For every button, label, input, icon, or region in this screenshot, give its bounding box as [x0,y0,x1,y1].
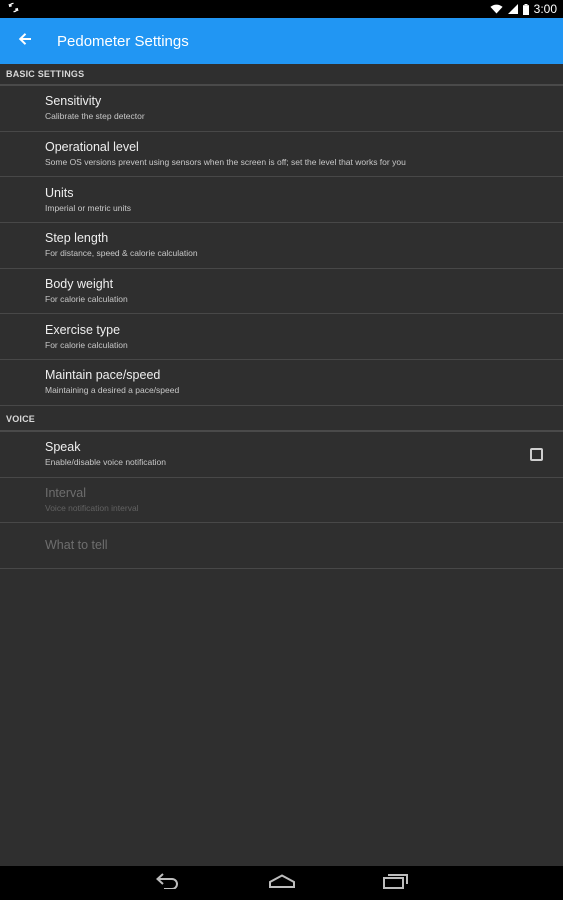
pref-summary: For calorie calculation [45,339,128,350]
section-header-basic: BASIC SETTINGS [0,64,563,86]
pref-operational-level[interactable]: Operational level Some OS versions preve… [0,132,563,178]
pref-title: Exercise type [45,322,121,337]
arrow-back-icon [18,32,32,51]
settings-list[interactable]: BASIC SETTINGS Sensitivity Calibrate the… [0,64,563,866]
nav-back-button[interactable] [153,871,183,895]
pref-title: Operational level [45,140,139,155]
pref-title: Interval [45,485,86,500]
pref-title: Body weight [45,277,114,292]
speak-checkbox[interactable] [530,447,543,461]
pref-summary: Some OS versions prevent using sensors w… [45,157,406,168]
back-nav-icon [155,872,181,894]
nav-home-button[interactable] [267,871,297,895]
section-header-voice: VOICE [0,406,563,432]
signal-icon [507,4,518,14]
pref-summary: Voice notification interval [45,502,139,513]
recents-nav-icon [382,873,409,894]
navigation-bar [0,866,563,900]
app-bar: Pedometer Settings [0,18,563,64]
pref-step-length[interactable]: Step length For distance, speed & calori… [0,223,563,269]
pref-speak[interactable]: Speak Enable/disable voice notification [0,432,563,478]
pref-summary: For distance, speed & calorie calculatio… [45,248,198,259]
pref-title: Maintain pace/speed [45,368,161,383]
wifi-icon [490,4,503,14]
pref-summary: Maintaining a desired a pace/speed [45,385,180,396]
pref-maintain-pace[interactable]: Maintain pace/speed Maintaining a desire… [0,360,563,406]
pref-title: Speak [45,440,81,455]
pref-what-to-tell: What to tell [0,523,563,569]
status-icons: 3:00 [490,2,557,16]
pref-interval: Interval Voice notification interval [0,478,563,524]
status-bar: 3:00 [0,0,563,18]
pref-title: What to tell [45,538,108,553]
pref-body-weight[interactable]: Body weight For calorie calculation [0,269,563,315]
pref-summary: Imperial or metric units [45,202,131,213]
nav-recents-button[interactable] [381,871,411,895]
status-time: 3:00 [533,2,557,16]
pref-exercise-type[interactable]: Exercise type For calorie calculation [0,314,563,361]
pref-units[interactable]: Units Imperial or metric units [0,177,563,224]
sync-icon [8,2,19,16]
pref-sensitivity[interactable]: Sensitivity Calibrate the step detector [0,86,563,132]
battery-icon [522,3,529,15]
page-title: Pedometer Settings [57,32,189,50]
pref-title: Sensitivity [45,94,102,109]
pref-summary: Enable/disable voice notification [45,457,166,468]
pref-summary: Calibrate the step detector [45,111,145,122]
pref-summary: For calorie calculation [45,294,128,305]
home-nav-icon [268,873,296,893]
back-button[interactable] [0,18,50,64]
pref-title: Step length [45,231,109,246]
pref-title: Units [45,185,74,200]
